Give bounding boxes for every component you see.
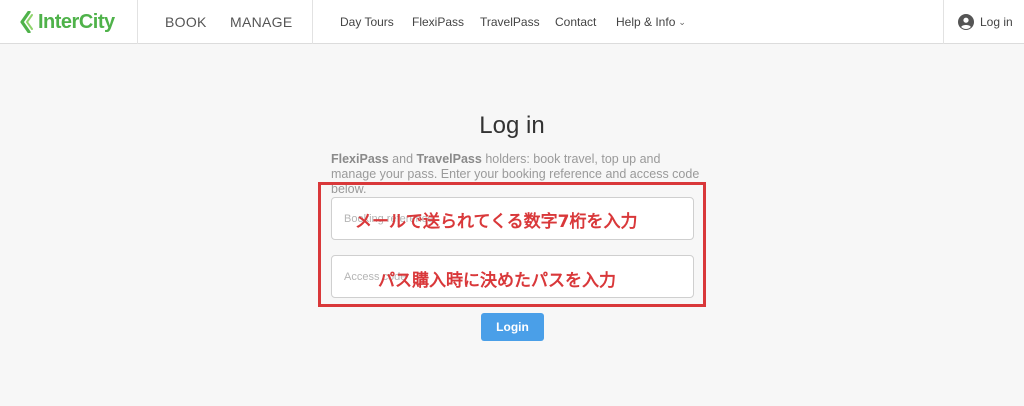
nav-help-info-label: Help & Info [616,15,676,29]
logo-text: InterCity [38,10,115,33]
intercity-logo[interactable]: InterCity [18,10,115,34]
header-login-label: Log in [980,15,1013,29]
nav-manage[interactable]: MANAGE [230,0,292,44]
chevron-down-icon: ⌄ [678,16,686,27]
intro-and: and [388,152,417,166]
nav-travelpass[interactable]: TravelPass [480,0,540,44]
header-divider [312,0,313,44]
nav-day-tours[interactable]: Day Tours [340,0,394,44]
login-intro-text: FlexiPass and TravelPass holders: book t… [331,152,703,197]
header-divider [943,0,944,44]
header-login-link[interactable]: Log in [958,0,1013,44]
nav-contact[interactable]: Contact [555,0,596,44]
user-circle-icon [958,14,974,30]
booking-reference-input[interactable] [331,197,694,240]
intercity-logo-mark-icon [20,11,33,33]
login-button[interactable]: Login [481,313,544,341]
nav-flexipass[interactable]: FlexiPass [412,0,464,44]
nav-book[interactable]: BOOK [165,0,207,44]
intro-flexipass: FlexiPass [331,152,389,166]
access-code-input[interactable] [331,255,694,298]
intro-travelpass: TravelPass [416,152,482,166]
nav-help-info[interactable]: Help & Info ⌄ [616,0,686,44]
site-header: InterCity BOOK MANAGE Day Tours FlexiPas… [0,0,1024,44]
header-divider [137,0,138,44]
page-title: Log in [479,112,545,139]
